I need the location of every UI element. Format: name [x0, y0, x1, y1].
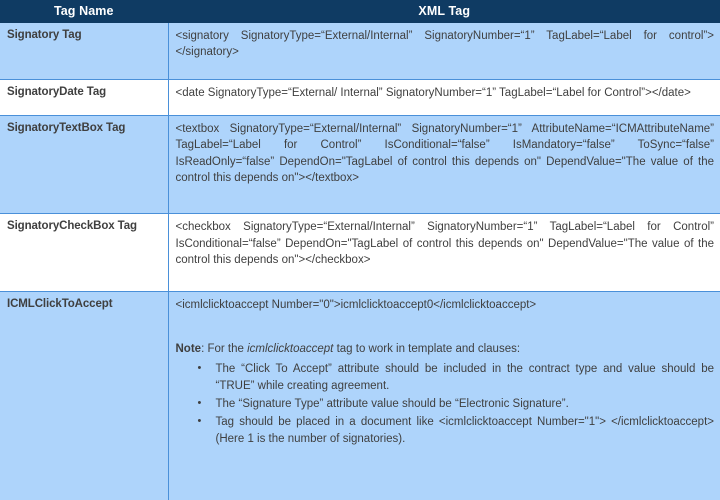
note-intro-before: : For the: [201, 343, 248, 356]
list-item: • Tag should be placed in a document lik…: [176, 414, 715, 447]
column-header-xml-tag: XML Tag: [168, 0, 720, 23]
table-row: SignatoryCheckBox Tag <checkbox Signator…: [0, 213, 720, 293]
list-item-text: Tag should be placed in a document like …: [215, 416, 715, 445]
cell-xml-tag: <checkbox SignatoryType=“External/Intern…: [168, 213, 720, 293]
bullet-icon: •: [197, 415, 202, 428]
table-row: SignatoryDate Tag <date SignatoryType=“E…: [0, 79, 720, 116]
table-row: ICMLClickToAccept <icmlclicktoaccept Num…: [0, 291, 720, 500]
xml-tag-reference-table: Tag Name XML Tag Signatory Tag <signator…: [0, 0, 720, 500]
note-emphasis-tag: icmlclicktoaccept: [247, 343, 334, 356]
list-item-text: The “Signature Type” attribute value sho…: [215, 398, 569, 411]
list-item: • The “Signature Type” attribute value s…: [176, 396, 715, 412]
bullet-icon: •: [197, 397, 202, 410]
list-item: • The “Click To Accept” attribute should…: [176, 361, 715, 394]
cell-xml-tag: <textbox SignatoryType=“External/Interna…: [168, 115, 720, 215]
xml-snippet: <textbox SignatoryType=“External/Interna…: [175, 122, 715, 184]
cell-tag-name: ICMLClickToAccept: [0, 291, 169, 500]
note-intro-after: tag to work in template and clauses:: [333, 343, 521, 356]
xml-snippet: <date SignatoryType=“External/ Internal”…: [175, 86, 691, 99]
xml-snippet: <signatory SignatoryType=“External/Inter…: [175, 30, 715, 59]
cell-xml-tag: <signatory SignatoryType=“External/Inter…: [168, 23, 720, 80]
column-header-tag-name: Tag Name: [0, 0, 169, 23]
table-header: Tag Name XML Tag: [0, 0, 720, 23]
list-item-text: The “Click To Accept” attribute should b…: [215, 363, 715, 392]
cell-tag-name: SignatoryTextBox Tag: [0, 115, 169, 215]
cell-xml-tag: <icmlclicktoaccept Number="0">icmlclickt…: [168, 291, 720, 500]
note-bullet-list: • The “Click To Accept” attribute should…: [176, 361, 715, 447]
vertical-spacer: [176, 315, 715, 341]
bullet-icon: •: [197, 362, 202, 375]
table-body: Signatory Tag <signatory SignatoryType=“…: [0, 23, 720, 500]
cell-tag-name: SignatoryCheckBox Tag: [0, 213, 169, 293]
note-label: Note: [175, 343, 202, 356]
table-row: SignatoryTextBox Tag <textbox SignatoryT…: [0, 115, 720, 215]
xml-snippet: <checkbox SignatoryType=“External/Intern…: [175, 221, 715, 266]
cell-tag-name: SignatoryDate Tag: [0, 79, 169, 116]
table-row: Signatory Tag <signatory SignatoryType=“…: [0, 23, 720, 80]
note-heading: Note: For the icmlclicktoaccept tag to w…: [176, 341, 715, 357]
cell-tag-name: Signatory Tag: [0, 23, 169, 80]
header-row: Tag Name XML Tag: [0, 0, 720, 23]
cell-xml-tag: <date SignatoryType=“External/ Internal”…: [168, 79, 720, 116]
xml-snippet: <icmlclicktoaccept Number="0">icmlclickt…: [175, 299, 537, 312]
